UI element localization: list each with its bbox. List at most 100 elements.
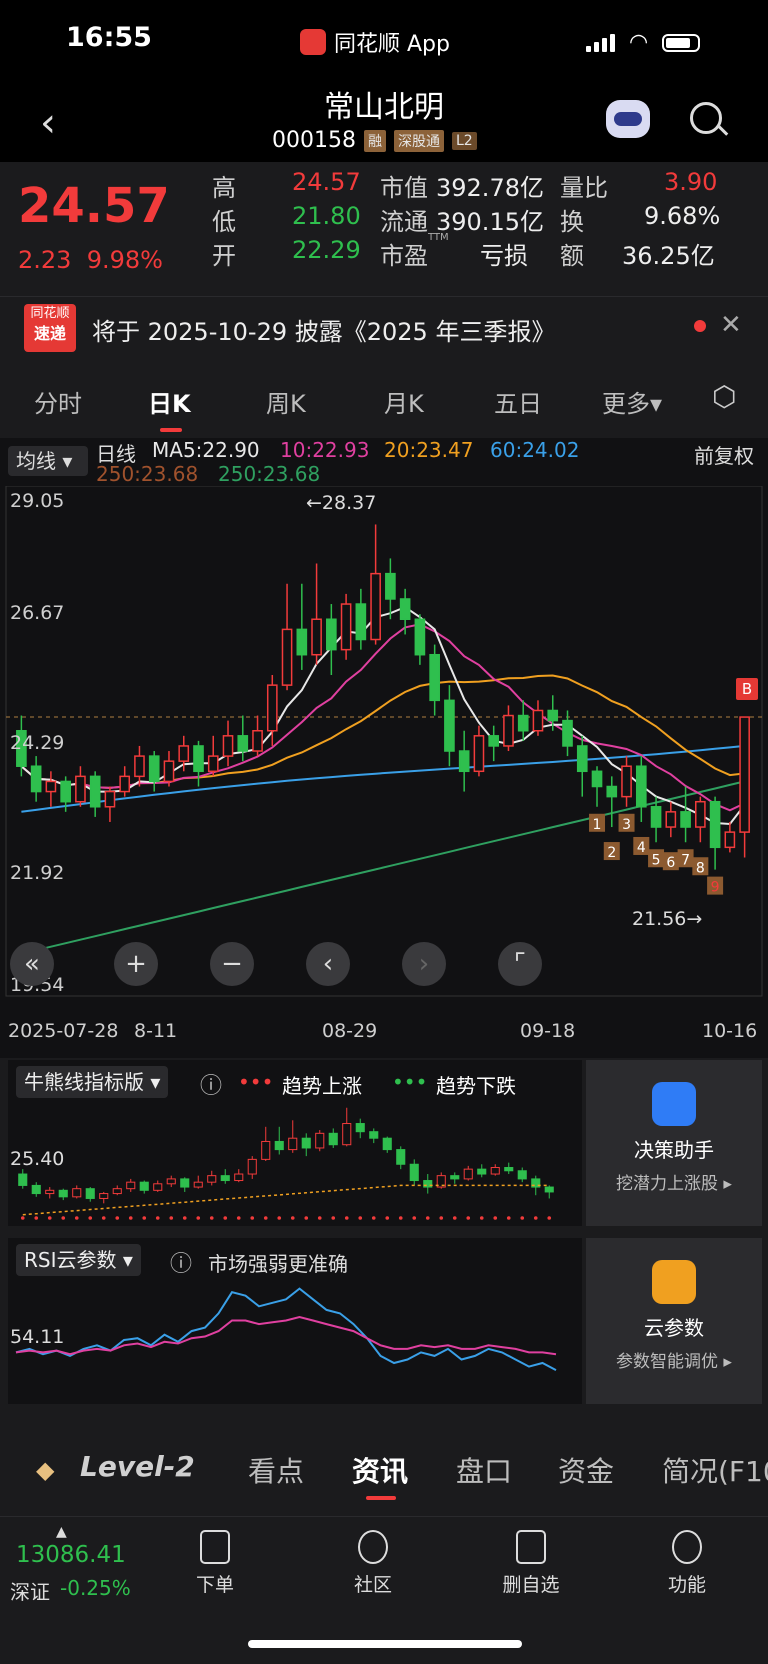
scroll-right-icon[interactable]: › — [402, 942, 446, 986]
mini-body — [247, 1158, 257, 1175]
candle-body — [311, 618, 322, 656]
trend-dot — [506, 1216, 511, 1220]
trend-dot — [236, 1216, 241, 1220]
trend-dot — [74, 1216, 79, 1220]
ma10-value: 10:22.93 — [280, 438, 370, 462]
tab-weekly-k[interactable]: 周K — [266, 384, 306, 419]
nav-remove-watchlist-label: 删自选 — [502, 1574, 560, 1596]
candle-body — [473, 735, 485, 773]
seq-count-label: 2 — [607, 845, 616, 861]
tab-five-day[interactable]: 五日 — [494, 384, 542, 419]
rsi-selector[interactable]: RSI云参数 ▾ — [16, 1244, 141, 1276]
mini-body — [153, 1183, 163, 1191]
trend-dot — [223, 1216, 228, 1220]
tab-intraday[interactable]: 分时 — [34, 384, 82, 419]
buy-marker[interactable]: B — [736, 678, 758, 700]
seq-count-label: 9 — [711, 880, 720, 896]
tab-level2[interactable]: Level-2 — [80, 1450, 195, 1483]
candle-body — [75, 775, 86, 803]
trend-dot — [88, 1216, 93, 1220]
mini-body — [409, 1163, 419, 1182]
tab-monthly-k[interactable]: 月K — [384, 384, 424, 419]
close-icon[interactable]: ✕ — [720, 310, 742, 340]
trend-dot — [182, 1216, 187, 1220]
tab-funds[interactable]: 资金 — [558, 1450, 614, 1490]
tag-l2: L2 — [451, 131, 477, 150]
scroll-left-fast-icon[interactable]: « — [10, 942, 54, 986]
decision-assistant-card[interactable]: 决策助手 挖潜力上涨股 ▸ — [586, 1060, 762, 1226]
cloud-params-title: 云参数 — [644, 1316, 704, 1340]
app-indicator[interactable]: 同花顺 App — [300, 26, 450, 58]
tab-more[interactable]: 更多▾ — [602, 384, 662, 419]
notice-logo-line1: 同花顺 — [30, 306, 70, 321]
mini-body — [450, 1175, 460, 1180]
candle-body — [385, 572, 396, 600]
zoom-out-icon[interactable]: − — [210, 942, 254, 986]
ma250a-value: 250:23.68 — [96, 462, 199, 486]
tab-daily-k[interactable]: 日K — [148, 384, 191, 419]
active-tab-underline — [160, 428, 182, 432]
mini-body — [112, 1188, 122, 1195]
tab-news[interactable]: 资讯 — [352, 1450, 408, 1490]
tab-profile[interactable]: 简况(F10 — [662, 1450, 768, 1490]
scroll-left-icon[interactable]: ‹ — [306, 942, 350, 986]
expand-up-icon[interactable]: ▲ — [56, 1524, 67, 1540]
candle-body — [517, 714, 529, 732]
mini-body — [99, 1193, 109, 1199]
search-icon[interactable] — [690, 102, 722, 134]
open-label: 开 — [212, 242, 236, 270]
nav-order[interactable]: 下单 — [170, 1530, 260, 1597]
settings-icon[interactable]: ⬡ — [712, 380, 736, 413]
assistant-robot-icon[interactable] — [606, 100, 650, 138]
candle-body — [134, 755, 145, 778]
stock-code: 000158 — [272, 128, 356, 153]
vol-ratio-value: 3.90 — [664, 168, 718, 196]
mini-body — [234, 1173, 244, 1182]
trend-dot — [466, 1216, 471, 1220]
candle-body — [429, 653, 440, 702]
fullscreen-icon[interactable]: ⌜ — [498, 942, 542, 986]
trend-dot — [290, 1216, 295, 1220]
notice-text[interactable]: 将于 2025-10-29 披露《2025 年三季报》 — [92, 312, 555, 347]
cloud-params-card[interactable]: 云参数 参数智能调优 ▸ — [586, 1238, 762, 1404]
trend-dot — [209, 1216, 214, 1220]
tab-order-book[interactable]: 盘口 — [456, 1450, 512, 1490]
mini-body — [288, 1137, 298, 1151]
y-tick: 24.29 — [10, 732, 65, 754]
help-icon[interactable]: ⓘ — [200, 1068, 222, 1100]
help-icon[interactable]: ⓘ — [170, 1246, 192, 1278]
zoom-in-icon[interactable]: + — [114, 942, 158, 986]
trend-dot — [142, 1216, 147, 1220]
ma250b-value: 250:23.68 — [218, 462, 321, 486]
nav-community-label: 社区 — [353, 1574, 392, 1596]
nav-community[interactable]: 社区 — [328, 1530, 418, 1597]
nav-order-label: 下单 — [195, 1574, 234, 1596]
ma5-value: MA5:22.90 — [152, 438, 260, 462]
mini-body — [396, 1149, 406, 1165]
nav-remove-watchlist[interactable]: 删自选 — [486, 1530, 576, 1597]
candle-body — [399, 598, 411, 620]
index-value[interactable]: 13086.41 — [16, 1542, 126, 1568]
candle-body — [207, 755, 219, 773]
mini-body — [463, 1168, 473, 1180]
x-tick: 08-29 — [322, 1020, 378, 1042]
bull-bear-selector[interactable]: 牛熊线指标版 ▾ — [16, 1066, 169, 1098]
mini-body — [207, 1175, 217, 1183]
trend-dot — [169, 1216, 174, 1220]
adjust-mode[interactable]: 前复权 — [694, 440, 754, 469]
candle-body — [60, 780, 71, 803]
trend-line — [22, 1184, 550, 1216]
tab-highlights[interactable]: 看点 — [248, 1450, 304, 1490]
remove-watchlist-icon — [516, 1530, 546, 1564]
candle-body — [576, 745, 588, 773]
nav-functions[interactable]: 功能 — [642, 1530, 732, 1597]
stock-name: 常山北明 — [324, 90, 444, 125]
ma-selector[interactable]: 均线 ▾ — [8, 446, 88, 476]
mktcap-label: 市值 — [380, 174, 428, 202]
index-change: -0.25% — [60, 1576, 131, 1600]
mini-body — [382, 1137, 392, 1151]
candle-body — [665, 811, 677, 828]
seq-count-label: 3 — [622, 817, 631, 833]
low-value: 21.80 — [292, 202, 361, 230]
candle-body — [370, 572, 381, 641]
